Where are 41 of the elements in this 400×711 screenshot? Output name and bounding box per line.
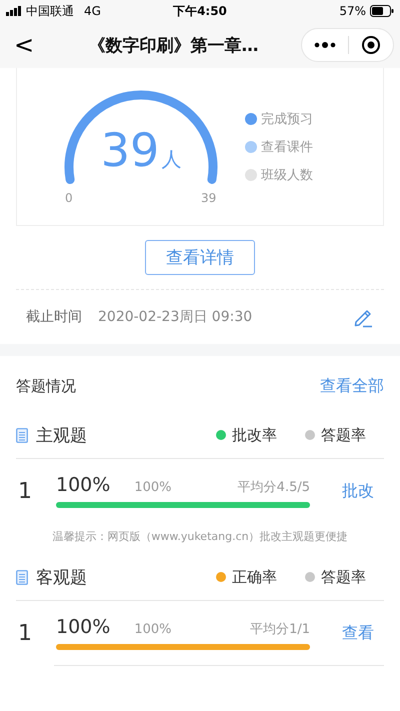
clock-time: 下午4:50	[173, 2, 227, 20]
question-number: 1	[17, 478, 33, 504]
battery-icon	[370, 5, 394, 17]
page-title: 《数字印刷》第一章…	[88, 34, 260, 56]
answer-rate-value: 100%	[134, 622, 172, 637]
group-title: 客观题	[36, 566, 87, 588]
average-score: 平均分1/1	[250, 621, 310, 638]
view-all-link[interactable]: 查看全部	[320, 376, 384, 396]
deadline-label: 截止时间	[26, 308, 82, 326]
battery-percent: 57%	[339, 4, 366, 18]
group-title: 主观题	[36, 424, 87, 446]
question-number: 1	[17, 620, 33, 646]
more-icon[interactable]	[314, 42, 336, 48]
back-button[interactable]: <	[14, 31, 54, 59]
details-button[interactable]: 查看详情	[145, 240, 255, 275]
gauge-value: 39	[100, 126, 160, 172]
signal-icon	[6, 6, 22, 16]
action-link[interactable]: 批改	[310, 480, 384, 502]
document-icon	[16, 570, 28, 584]
legend-label: 批改率	[232, 426, 277, 444]
carrier-name: 中国联通	[26, 2, 74, 20]
tip-text: 温馨提示：网页版（www.yuketang.cn）批改主观题更便捷	[51, 529, 349, 545]
rate-value: 100%	[56, 474, 110, 496]
document-icon	[16, 428, 28, 442]
average-score: 平均分4.5/5	[238, 479, 310, 496]
legend-label: 查看课件	[261, 138, 313, 156]
section-title: 答题情况	[16, 376, 76, 396]
gauge-max: 39	[201, 190, 216, 204]
legend-label: 答题率	[321, 568, 366, 586]
gauge-unit: 人	[161, 146, 182, 172]
legend-label: 答题率	[321, 426, 366, 444]
answer-rate-value: 100%	[134, 480, 172, 495]
legend-label: 正确率	[232, 568, 277, 586]
network-type: 4G	[84, 4, 101, 18]
action-link[interactable]: 查看	[310, 622, 384, 644]
legend-label: 班级人数	[261, 166, 313, 184]
legend-label: 完成预习	[261, 110, 313, 128]
gauge-min: 0	[65, 190, 73, 204]
rate-value: 100%	[56, 616, 110, 638]
deadline-value: 2020-02-23周日 09:30	[98, 308, 254, 326]
close-icon[interactable]	[361, 35, 381, 55]
